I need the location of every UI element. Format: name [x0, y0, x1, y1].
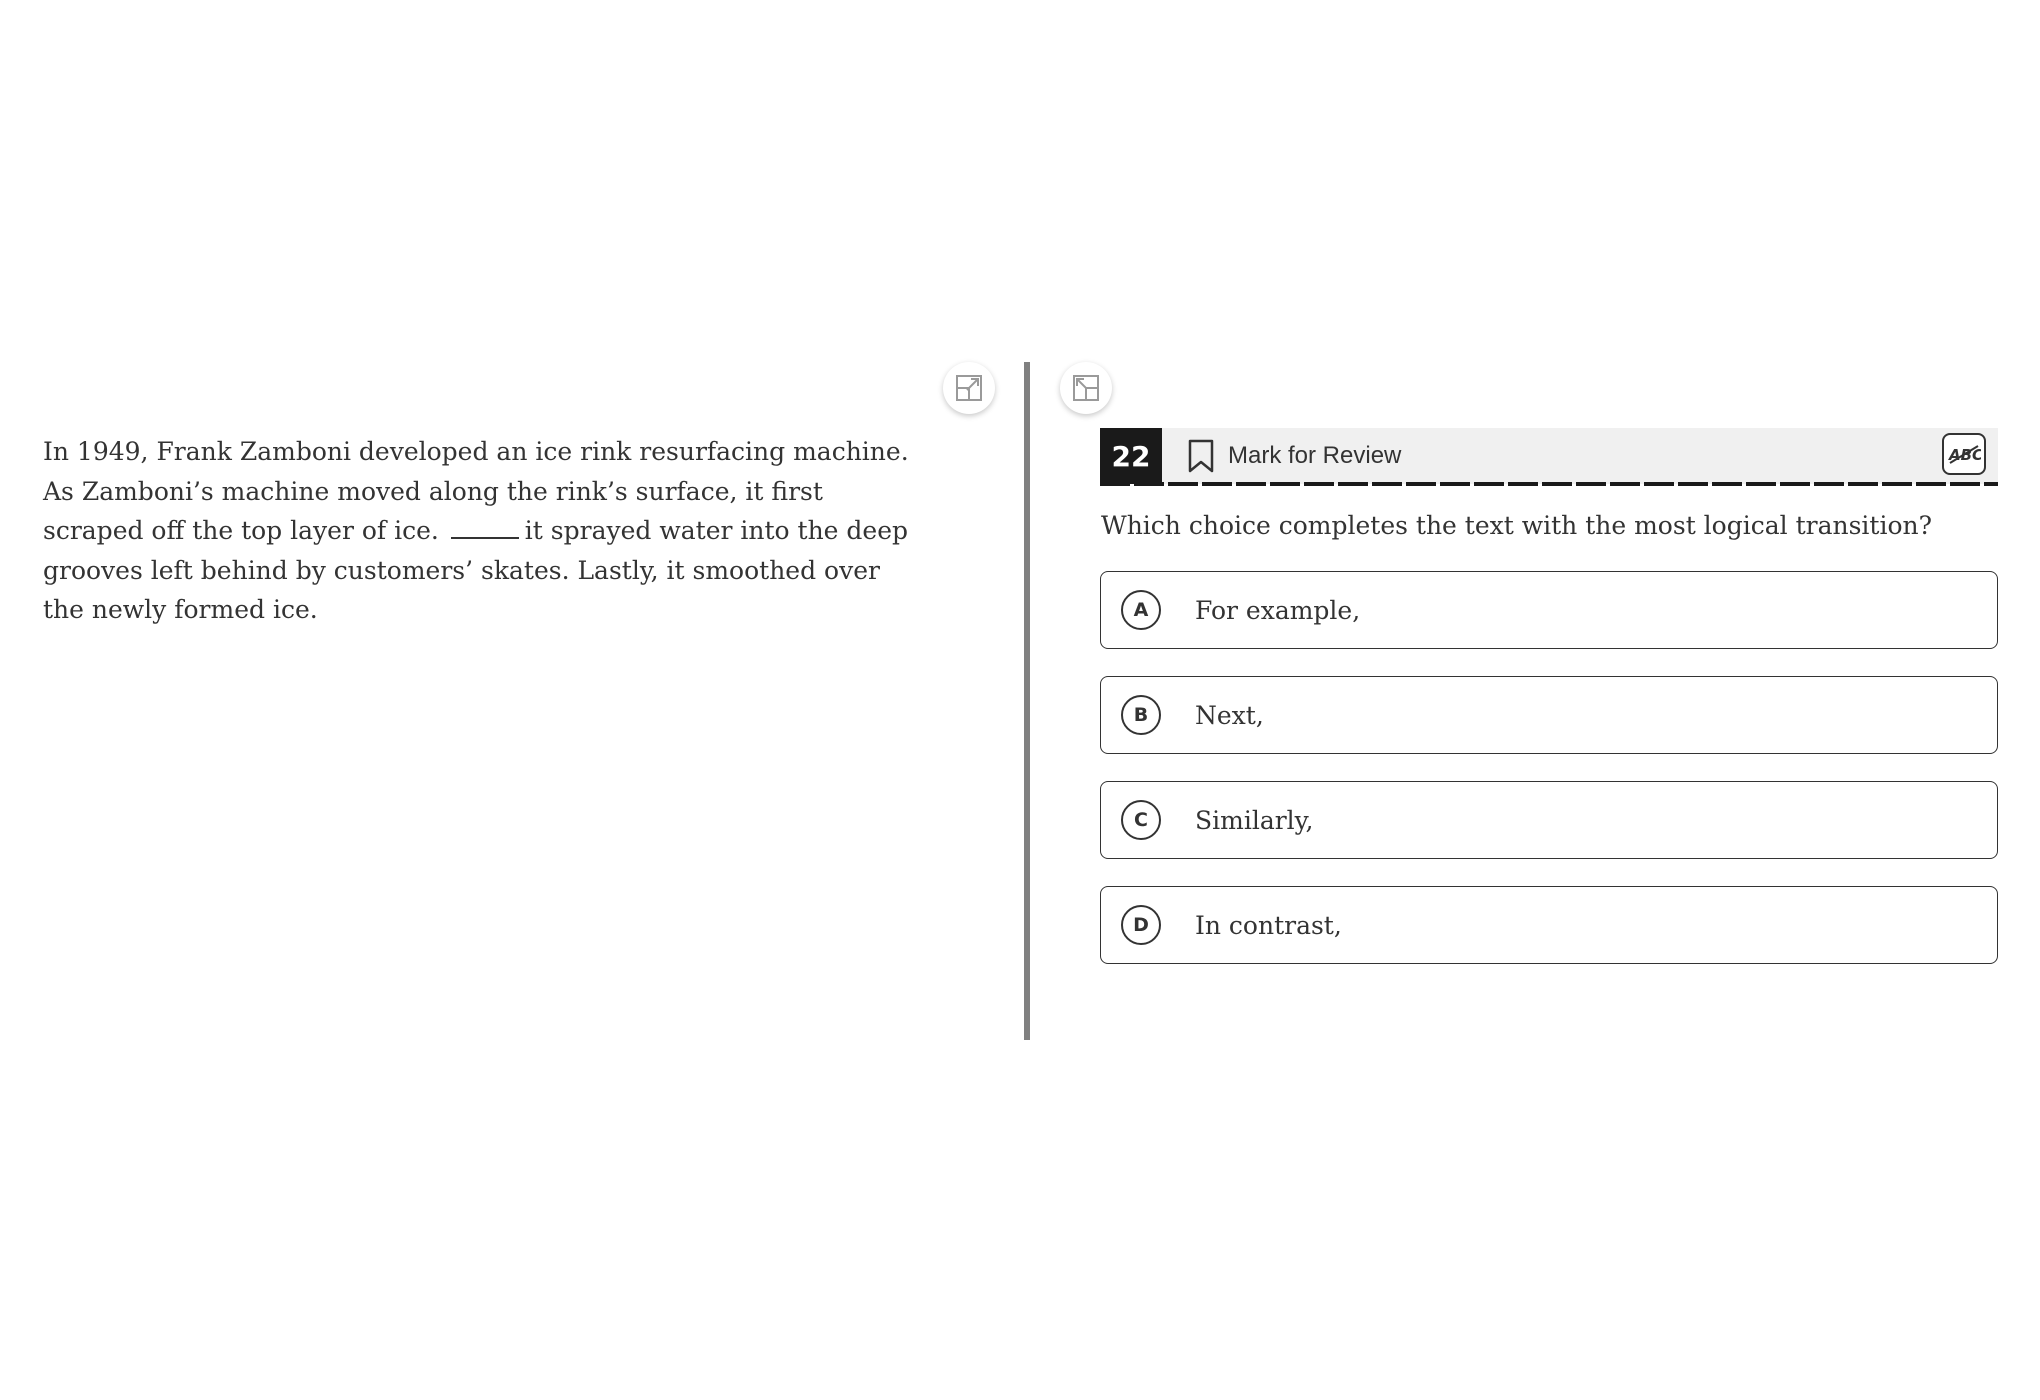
choice-text-b: Next,: [1195, 700, 1264, 730]
passage-text: In 1949, Frank Zamboni developed an ice …: [43, 432, 923, 630]
passage-pane: In 1949, Frank Zamboni developed an ice …: [0, 360, 1020, 1040]
question-number: 22: [1100, 428, 1162, 484]
choice-letter-d: D: [1121, 905, 1161, 945]
mark-for-review-label: Mark for Review: [1228, 442, 1402, 469]
question-prompt: Which choice completes the text with the…: [1101, 511, 1933, 540]
answer-eliminator-button[interactable]: ABC: [1942, 433, 1986, 475]
choice-c[interactable]: C Similarly,: [1100, 781, 1998, 859]
expand-question-button[interactable]: [1060, 362, 1112, 414]
question-header: 22 Mark for Review ABC: [1100, 428, 1998, 484]
header-dashed-rule: [1100, 482, 1998, 486]
choice-letter-b: B: [1121, 695, 1161, 735]
choice-a[interactable]: A For example,: [1100, 571, 1998, 649]
collapse-icon: [1073, 375, 1099, 401]
pane-divider[interactable]: [1024, 362, 1030, 1040]
choice-letter-a: A: [1121, 590, 1161, 630]
expand-icon: [956, 375, 982, 401]
abc-strikethrough-icon: ABC: [1948, 445, 1981, 464]
bookmark-icon: [1188, 439, 1214, 473]
choice-text-d: In contrast,: [1195, 910, 1342, 940]
choice-text-a: For example,: [1195, 595, 1361, 625]
mark-for-review-button[interactable]: Mark for Review: [1188, 436, 1401, 476]
choice-d[interactable]: D In contrast,: [1100, 886, 1998, 964]
choice-b[interactable]: B Next,: [1100, 676, 1998, 754]
passage-blank: [450, 515, 519, 539]
expand-passage-button[interactable]: [943, 362, 995, 414]
choice-text-c: Similarly,: [1195, 805, 1314, 835]
choice-letter-c: C: [1121, 800, 1161, 840]
